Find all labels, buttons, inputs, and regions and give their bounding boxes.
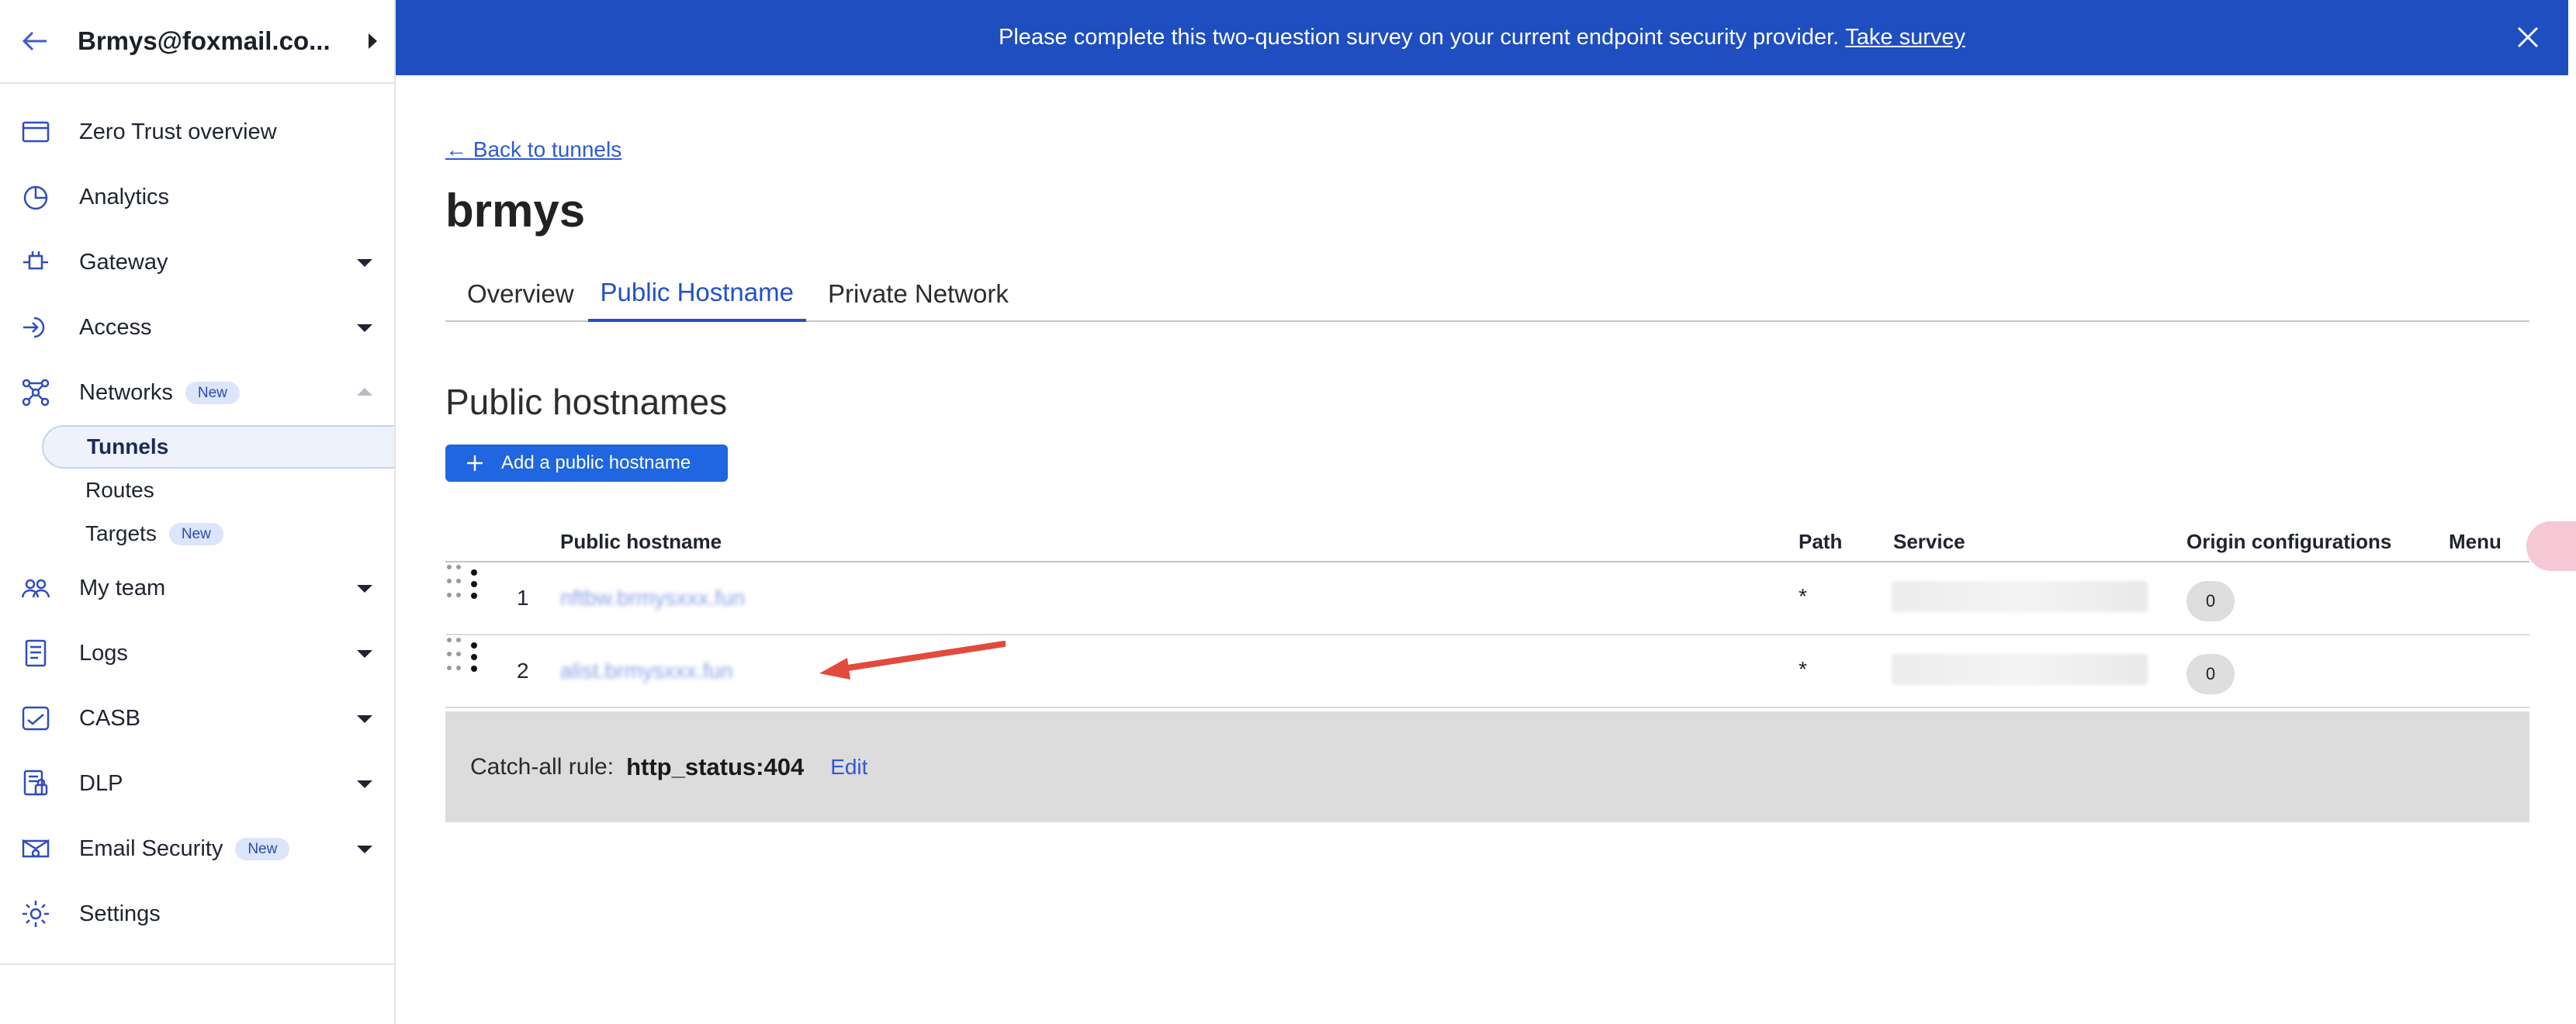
origin-config-count: 0	[2186, 654, 2235, 694]
sidebar-item-label: Networks	[79, 379, 173, 405]
sidebar-item-settings[interactable]: Settings	[0, 881, 394, 946]
pie-chart-icon	[23, 185, 48, 210]
kebab-menu-icon[interactable]	[469, 569, 480, 600]
sidebar-divider	[0, 963, 396, 965]
translate-widget-button[interactable]	[2526, 521, 2576, 571]
table-row: 1 nftbw.brmysxxx.fun * 0	[445, 562, 2529, 635]
sidebar-item-casb[interactable]: CASB	[0, 686, 394, 751]
sidebar-item-label: Zero Trust overview	[79, 119, 277, 144]
new-badge: New	[185, 381, 240, 404]
browser-window-icon	[22, 121, 50, 143]
take-survey-link[interactable]: Take survey	[1845, 25, 1965, 50]
sidebar-item-networks[interactable]: Networks New	[0, 360, 394, 425]
chevron-down-icon[interactable]	[357, 324, 372, 332]
sidebar-nav: Zero Trust overview Analytics Gateway Ac…	[0, 84, 394, 946]
sidebar-item-gateway[interactable]: Gateway	[0, 230, 394, 295]
sidebar-item-label: DLP	[79, 770, 123, 796]
tab-overview[interactable]: Overview	[445, 266, 587, 322]
gateway-icon	[23, 251, 48, 270]
close-icon[interactable]	[2514, 23, 2542, 51]
catch-all-rule: Catch-all rule: http_status:404 Edit	[445, 711, 2529, 822]
sidebar-subitem-targets[interactable]: Targets New	[0, 512, 394, 555]
casb-icon	[22, 706, 50, 731]
chevron-down-icon[interactable]	[357, 585, 372, 593]
sidebar-item-label: Settings	[79, 901, 161, 926]
sidebar-item-access[interactable]: Access	[0, 295, 394, 360]
sidebar-subitem-routes[interactable]: Routes	[0, 469, 394, 512]
dlp-icon	[23, 770, 48, 796]
sidebar-item-label: Email Security	[79, 835, 223, 861]
catch-all-label: Catch-all rule:	[470, 753, 615, 780]
header-path[interactable]: Path	[1799, 530, 1842, 554]
section-title: Public hostnames	[445, 382, 728, 422]
page-title: brmys	[445, 185, 586, 237]
sidebar-item-label: My team	[79, 575, 166, 600]
header-menu: Menu	[2449, 530, 2502, 553]
sidebar-item-email-security[interactable]: Email Security New	[0, 816, 394, 881]
sidebar-item-zero-trust-overview[interactable]: Zero Trust overview	[0, 99, 394, 164]
email-security-icon	[22, 839, 50, 858]
annotation-arrow-icon	[819, 641, 1006, 680]
table-header: Public hostname Path Service Origin conf…	[445, 524, 2529, 562]
edit-catch-all-link[interactable]: Edit	[830, 755, 867, 780]
sidebar-item-analytics[interactable]: Analytics	[0, 164, 394, 230]
plus-icon	[467, 455, 483, 471]
row-number: 1	[517, 586, 529, 610]
service-value-redacted	[1892, 654, 2148, 685]
network-icon	[22, 379, 50, 406]
header-public-hostname[interactable]: Public hostname	[560, 530, 722, 554]
account-name: Brmys@foxmail.co...	[78, 26, 331, 55]
sidebar-item-label: Logs	[79, 640, 128, 666]
sidebar-item-label: Analytics	[79, 184, 170, 209]
table-row: 2 alist.brmysxxx.fun * 0	[445, 635, 2529, 708]
path-value: *	[1799, 584, 1807, 608]
chevron-down-icon[interactable]	[357, 846, 372, 853]
logs-icon	[25, 639, 47, 667]
sidebar-item-my-team[interactable]: My team	[0, 555, 394, 621]
sidebar-item-dlp[interactable]: DLP	[0, 751, 394, 816]
caret-right-icon[interactable]	[369, 33, 377, 49]
add-public-hostname-button[interactable]: Add a public hostname	[445, 445, 728, 482]
kebab-menu-icon[interactable]	[469, 642, 480, 673]
tab-public-hostname[interactable]: Public Hostname	[587, 266, 806, 322]
button-label: Add a public hostname	[501, 452, 691, 473]
sidebar-item-label: Targets	[85, 521, 157, 545]
row-number: 2	[517, 659, 529, 683]
back-arrow-icon[interactable]	[20, 26, 51, 57]
sidebar: Brmys@foxmail.co... Zero Trust overview …	[0, 0, 396, 1024]
sidebar-item-label: Gateway	[79, 249, 168, 275]
chevron-up-icon[interactable]	[357, 388, 372, 396]
survey-banner: Please complete this two-question survey…	[396, 0, 2568, 75]
gear-icon	[23, 901, 49, 927]
back-to-tunnels-link[interactable]: ← Back to tunnels	[445, 137, 621, 162]
tab-private-network[interactable]: Private Network	[806, 266, 1021, 322]
catch-all-value: http_status:404	[626, 752, 805, 780]
sidebar-subitem-tunnels[interactable]: Tunnels	[42, 425, 394, 469]
tab-bar: Overview Public Hostname Private Network	[445, 266, 2529, 322]
sidebar-item-logs[interactable]: Logs	[0, 621, 394, 686]
header-service[interactable]: Service	[1893, 530, 1965, 554]
sidebar-item-label: CASB	[79, 705, 140, 731]
chevron-down-icon[interactable]	[357, 259, 372, 267]
hostnames-table: Public hostname Path Service Origin conf…	[445, 524, 2529, 708]
chevron-down-icon[interactable]	[357, 715, 372, 723]
chevron-down-icon[interactable]	[357, 650, 372, 658]
chevron-down-icon[interactable]	[357, 780, 372, 788]
origin-config-count: 0	[2186, 581, 2235, 621]
sidebar-item-label: Access	[79, 314, 152, 340]
banner-text: Please complete this two-question survey…	[999, 25, 1840, 50]
header-origin-configurations[interactable]: Origin configurations	[2186, 530, 2391, 554]
new-badge: New	[235, 837, 290, 860]
team-icon	[21, 579, 50, 598]
drag-handle-icon[interactable]	[445, 562, 462, 600]
hostname-link[interactable]: alist.brmysxxx.fun	[560, 659, 733, 683]
service-value-redacted	[1892, 581, 2148, 612]
account-switcher[interactable]: Brmys@foxmail.co...	[0, 0, 394, 84]
drag-handle-icon[interactable]	[445, 635, 462, 673]
path-value: *	[1799, 657, 1807, 681]
new-badge: New	[168, 522, 223, 545]
access-icon	[23, 317, 45, 338]
hostname-link[interactable]: nftbw.brmysxxx.fun	[560, 586, 745, 611]
